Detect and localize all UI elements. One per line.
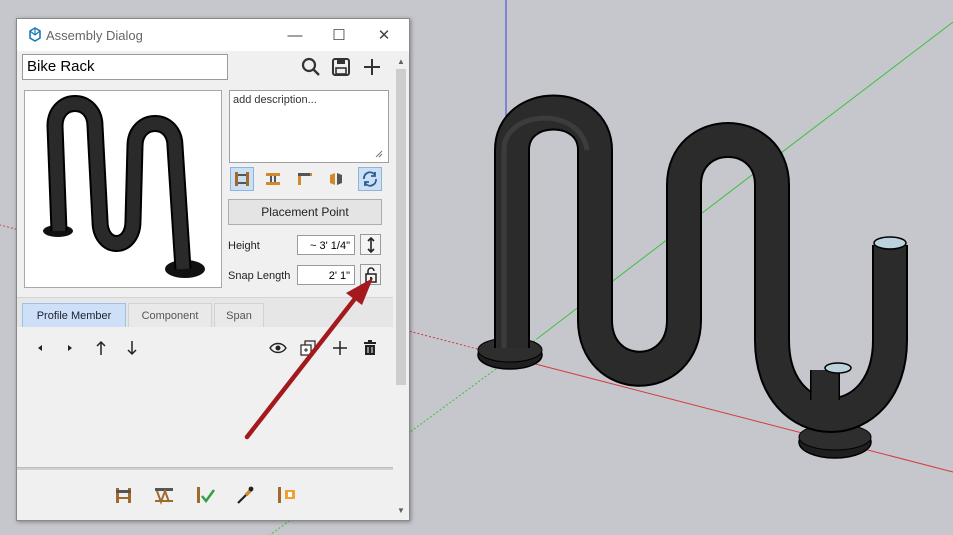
annotation-arrow: [244, 278, 373, 440]
